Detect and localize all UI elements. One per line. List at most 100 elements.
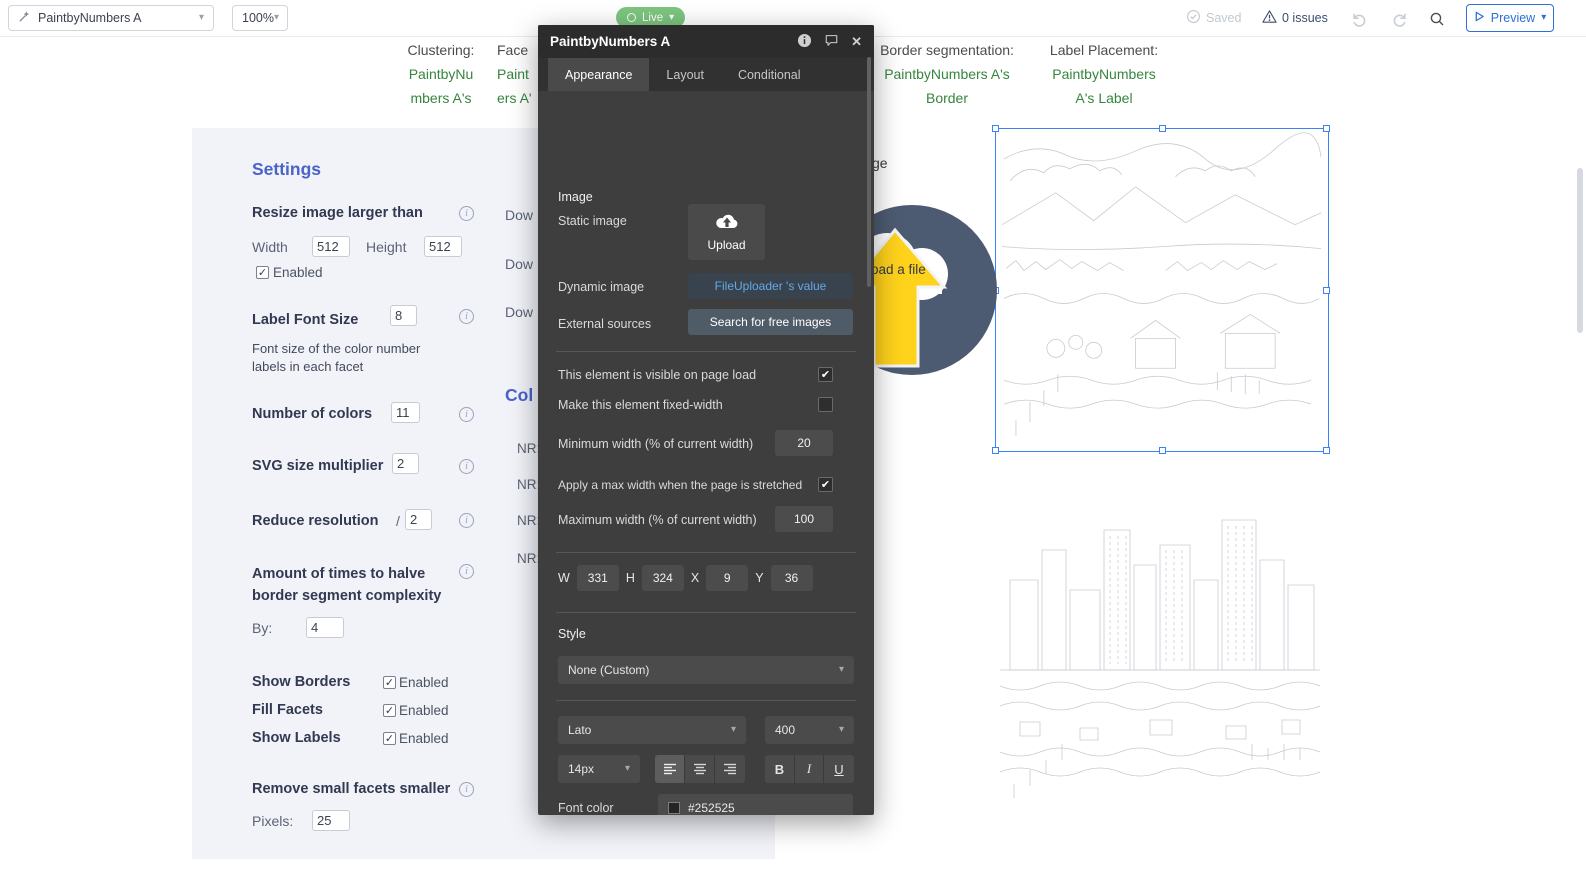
undo-button[interactable] (1348, 8, 1370, 30)
dynamic-image-expression[interactable]: FileUploader 's value (688, 273, 853, 299)
zoom-dropdown[interactable]: 100% ▾ (232, 5, 288, 31)
panel-body: Image Static image Upload Dynamic image … (538, 91, 874, 815)
number-of-colors-label: Number of colors (252, 406, 372, 422)
font-family-dropdown[interactable]: Lato ▾ (558, 716, 746, 744)
window-scrollbar[interactable] (1577, 168, 1583, 333)
reduce-resolution-label: Reduce resolution (252, 513, 379, 529)
info-icon[interactable] (797, 33, 812, 51)
style-value: None (Custom) (568, 663, 649, 677)
issues-indicator[interactable]: 0 issues (1262, 0, 1328, 36)
search-free-images-button[interactable]: Search for free images (688, 309, 853, 335)
svg-multiplier-input[interactable] (392, 453, 419, 474)
font-weight-dropdown[interactable]: 400 ▾ (765, 716, 854, 744)
panel-scrollbar[interactable] (867, 57, 871, 287)
clipped-section-heading: Col (505, 385, 533, 406)
fixed-width-checkbox[interactable] (818, 397, 833, 412)
x-label: X (691, 571, 699, 585)
font-color-field[interactable]: #252525 (658, 794, 853, 815)
enabled-label: Enabled (273, 265, 323, 280)
preview-label: Preview (1491, 11, 1535, 25)
saved-check-icon (1186, 9, 1201, 27)
width-label: Width (252, 239, 288, 255)
width-input[interactable] (312, 236, 350, 257)
element-selector-dropdown[interactable]: PaintbyNumbers A ▾ (8, 5, 214, 31)
panel-header[interactable]: PaintbyNumbers A ✕ (538, 25, 874, 58)
reduce-resolution-input[interactable] (405, 509, 432, 530)
min-width-input[interactable] (775, 430, 833, 456)
zoom-value: 100% (242, 11, 274, 25)
align-left-button[interactable] (655, 755, 685, 783)
tab-layout[interactable]: Layout (649, 58, 721, 91)
redo-button[interactable] (1388, 8, 1410, 30)
resize-handle-e[interactable] (1323, 287, 1330, 294)
info-icon[interactable]: i (459, 309, 474, 324)
tab-appearance[interactable]: Appearance (548, 58, 649, 91)
resize-handle-s[interactable] (1159, 447, 1166, 454)
style-dropdown[interactable]: None (Custom) ▾ (558, 656, 854, 684)
height-input[interactable] (424, 236, 462, 257)
info-icon[interactable]: i (459, 407, 474, 422)
upload-button[interactable]: Upload (688, 204, 765, 260)
info-icon[interactable]: i (459, 513, 474, 528)
selected-image-element[interactable] (995, 128, 1329, 452)
number-of-colors-input[interactable] (391, 402, 420, 423)
tab-conditional[interactable]: Conditional (721, 58, 818, 91)
color-swatch[interactable] (668, 802, 680, 814)
divider (556, 552, 856, 553)
bold-button[interactable]: B (765, 755, 795, 783)
align-right-button[interactable] (715, 755, 745, 783)
align-center-button[interactable] (685, 755, 715, 783)
label-font-size-input[interactable] (390, 305, 417, 326)
resize-handle-se[interactable] (1323, 447, 1330, 454)
y-position-input[interactable] (771, 565, 813, 591)
show-labels-checkbox[interactable]: ✓ (383, 732, 396, 745)
resize-handle-n[interactable] (1159, 125, 1166, 132)
info-icon[interactable]: i (459, 564, 474, 579)
max-width-input[interactable] (775, 506, 833, 532)
cityscape-preview-image[interactable] (990, 490, 1330, 810)
pixels-input[interactable] (312, 810, 350, 831)
label-font-size-help: Font size of the color number labels in … (252, 340, 430, 376)
check-icon: ✓ (258, 267, 267, 279)
chevron-down-icon: ▾ (731, 725, 736, 735)
show-borders-checkbox[interactable]: ✓ (383, 676, 396, 689)
by-label: By: (252, 620, 272, 636)
comment-icon[interactable] (824, 33, 839, 50)
chevron-down-icon: ▾ (669, 13, 674, 23)
resize-enabled-checkbox[interactable]: ✓ (256, 266, 269, 279)
property-editor-panel: PaintbyNumbers A ✕ Appearance Layout Con… (538, 25, 874, 815)
italic-icon: I (807, 761, 811, 777)
apply-max-width-checkbox[interactable]: ✔ (818, 477, 833, 492)
text-align-group (655, 755, 745, 783)
info-icon[interactable]: i (459, 206, 474, 221)
resize-handle-sw[interactable] (992, 447, 999, 454)
close-icon[interactable]: ✕ (851, 34, 862, 50)
preview-button[interactable]: Preview ▾ (1466, 4, 1554, 32)
remove-small-facets-label: Remove small facets smaller (252, 781, 450, 797)
image-section-label: Image (558, 190, 593, 204)
resize-handle-ne[interactable] (1323, 125, 1330, 132)
by-input[interactable] (306, 617, 344, 638)
check-icon: ✓ (385, 677, 394, 689)
info-icon[interactable]: i (459, 782, 474, 797)
height-label: Height (366, 239, 406, 255)
search-button[interactable] (1426, 8, 1448, 30)
italic-button[interactable]: I (795, 755, 824, 783)
live-label: Live (642, 12, 663, 24)
visible-on-load-checkbox[interactable]: ✔ (818, 367, 833, 382)
height-dim-input[interactable] (642, 565, 684, 591)
x-position-input[interactable] (706, 565, 748, 591)
info-icon[interactable]: i (459, 459, 474, 474)
font-size-dropdown[interactable]: 14px ▾ (558, 755, 640, 783)
uploader-text-fragment: ge (872, 155, 888, 171)
max-width-label: Maximum width (% of current width) (558, 513, 757, 527)
width-dim-input[interactable] (577, 565, 619, 591)
nr-label: NR: (517, 477, 540, 492)
underline-button[interactable]: U (824, 755, 854, 783)
panel-tabs: Appearance Layout Conditional (538, 58, 874, 91)
resize-handle-nw[interactable] (992, 125, 999, 132)
fill-facets-checkbox[interactable]: ✓ (383, 704, 396, 717)
label-font-size-label: Label Font Size (252, 312, 358, 328)
header-expression: A's Label (1007, 86, 1201, 110)
canvas-header-label-placement: Label Placement: PaintbyNumbers A's Labe… (1007, 38, 1201, 110)
